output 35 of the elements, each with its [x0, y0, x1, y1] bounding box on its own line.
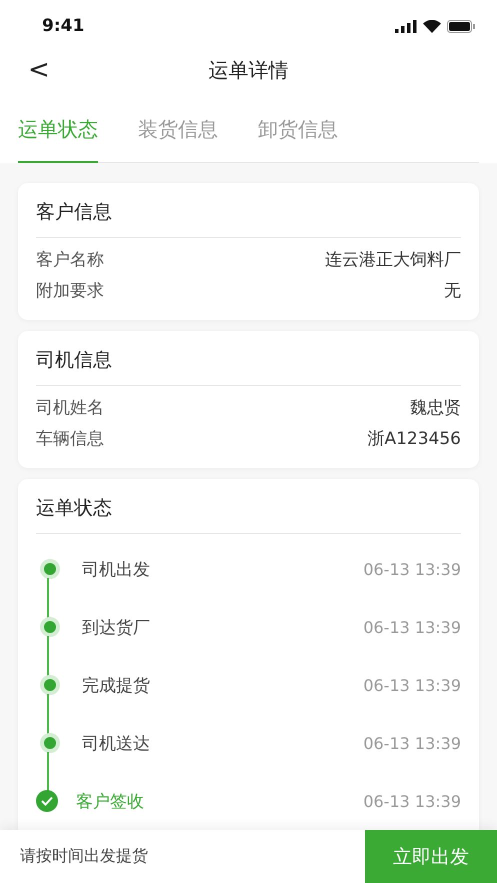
battery-icon: [447, 20, 475, 32]
field-label: 车辆信息: [36, 428, 104, 450]
timeline-line: [47, 694, 49, 736]
card-title: 运单状态: [36, 479, 461, 534]
field-label: 客户名称: [36, 249, 104, 271]
step-time: 06-13 13:39: [363, 734, 461, 752]
step-label: 到达货厂: [82, 616, 151, 638]
field-value: 浙A123456: [367, 428, 461, 450]
back-button[interactable]: <: [24, 56, 54, 84]
signal-icon: [395, 20, 417, 32]
tab[interactable]: 卸货信息: [258, 116, 338, 163]
hint-text: 请按时间出发提货: [19, 846, 149, 867]
step-label: 司机出发: [82, 558, 151, 580]
step-label: 司机送达: [82, 732, 151, 754]
tab[interactable]: 装货信息: [138, 116, 218, 163]
field-value: 连云港正大饲料厂: [325, 249, 461, 271]
timeline-line: [47, 578, 49, 620]
timeline-line: [47, 636, 49, 678]
field-value: 魏忠贤: [410, 397, 461, 419]
step-time: 06-13 13:39: [363, 676, 461, 694]
field-label: 司机姓名: [36, 397, 104, 419]
tab[interactable]: 运单状态: [18, 116, 98, 163]
field-value: 无: [444, 280, 461, 302]
step-time: 06-13 13:39: [363, 618, 461, 636]
field-label: 附加要求: [36, 280, 104, 302]
card-title: 司机信息: [36, 331, 461, 386]
step-label: 客户签收: [76, 790, 145, 812]
page-title: 运单详情: [208, 56, 288, 84]
depart-button[interactable]: 立即出发: [365, 830, 497, 883]
status-time: 9:41: [42, 16, 84, 36]
card-title: 客户信息: [36, 183, 461, 238]
step-time: 06-13 13:39: [363, 560, 461, 578]
step-time: 06-13 13:39: [363, 792, 461, 810]
wifi-icon: [423, 20, 441, 32]
step-label: 完成提货: [82, 674, 151, 696]
